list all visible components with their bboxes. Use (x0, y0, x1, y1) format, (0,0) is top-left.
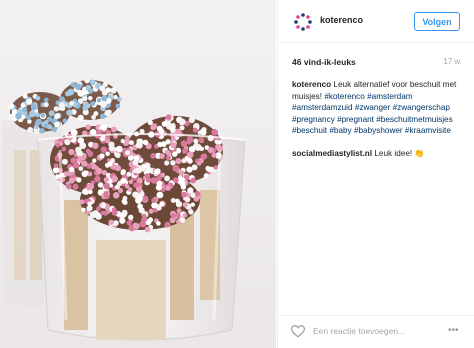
post-meta: 46 vind-ik-leuks 17 w. (292, 57, 462, 67)
post-age[interactable]: 17 w. (443, 57, 462, 66)
hashtag-link[interactable]: #kraamvisite (405, 126, 451, 135)
hashtag-link[interactable]: #amsterdamzuid (292, 103, 353, 112)
comment: socialmediastylist.nl Leuk idee! 👏 (292, 148, 464, 160)
hashtag-link[interactable]: #pregnant (337, 115, 374, 124)
ellipsis-icon[interactable]: ••• (448, 325, 459, 336)
hashtag-link[interactable]: #koterenco (324, 92, 365, 101)
comment-username[interactable]: socialmediastylist.nl (292, 149, 372, 158)
photo-illustration (0, 0, 276, 348)
post-caption: koterenco Leuk alternatief voor beschuit… (292, 79, 464, 137)
hashtag-link[interactable]: #babyshower (354, 126, 403, 135)
caption-username[interactable]: koterenco (292, 80, 331, 89)
hashtag-link[interactable]: #baby (329, 126, 351, 135)
post-header: koterenco Volgen (278, 0, 474, 43)
hashtag-link[interactable]: #pregnancy (292, 115, 335, 124)
comment-text: Leuk idee! 👏 (374, 149, 425, 158)
hashtag-link[interactable]: #zwangerschap (393, 103, 450, 112)
instagram-post: koterenco Volgen 46 vind-ik-leuks 17 w. … (0, 0, 474, 348)
follow-button[interactable]: Volgen (414, 12, 460, 31)
hashtag-link[interactable]: #beschuit (292, 126, 327, 135)
hashtag-link[interactable]: #zwanger (355, 103, 391, 112)
heart-outline-icon[interactable] (291, 325, 305, 338)
likes-count[interactable]: 46 vind-ik-leuks (292, 57, 356, 67)
hashtag-link[interactable]: #amsterdam (367, 92, 413, 101)
comment-input[interactable]: Een reactie toevoegen... (313, 326, 405, 336)
post-photo[interactable] (0, 0, 276, 348)
post-username[interactable]: koterenco (320, 15, 363, 25)
koterenco-logo-icon (294, 13, 312, 31)
post-footer: Een reactie toevoegen... ••• (278, 315, 474, 348)
hashtag-link[interactable]: #beschuitmetmuisjes (376, 115, 452, 124)
avatar[interactable] (292, 11, 314, 33)
post-sidebar: koterenco Volgen 46 vind-ik-leuks 17 w. … (277, 0, 474, 348)
